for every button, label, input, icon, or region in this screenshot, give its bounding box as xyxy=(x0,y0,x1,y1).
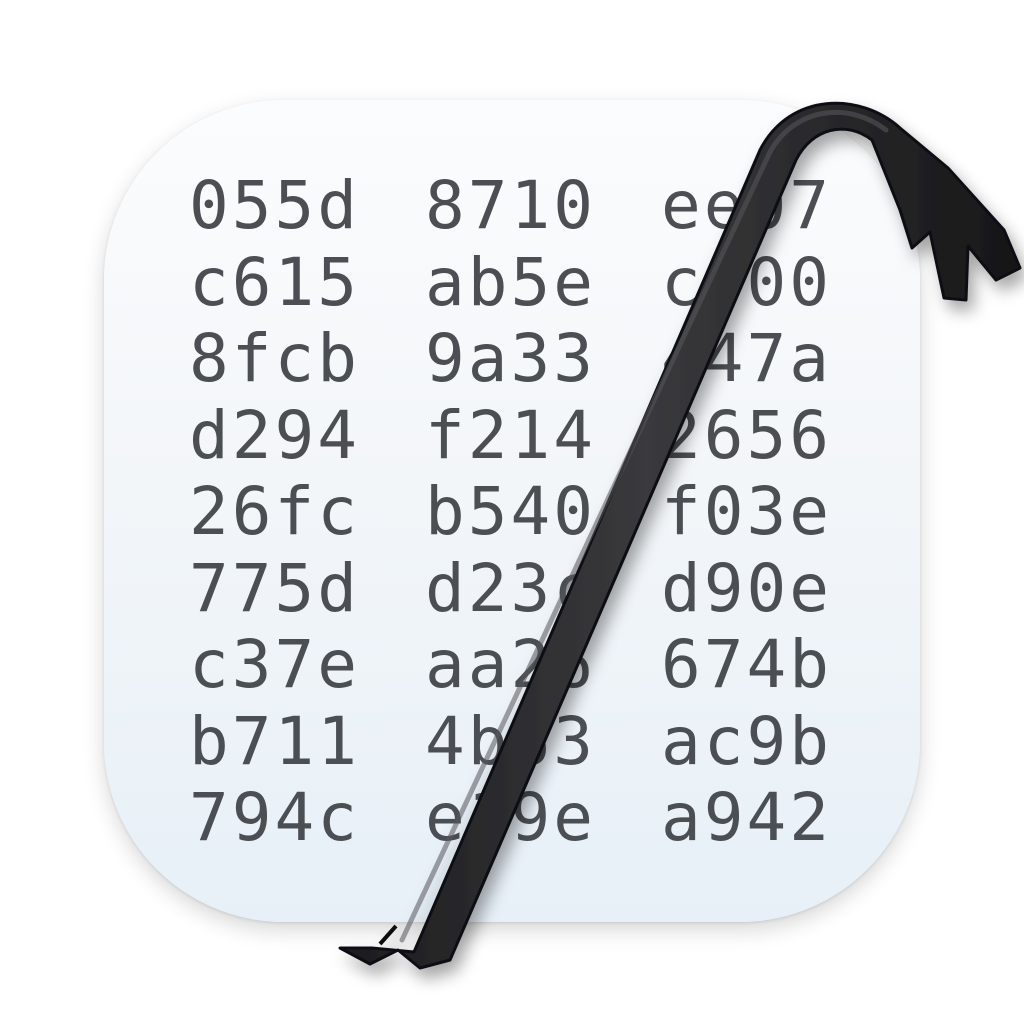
app-icon: 055d 8710 ee07 c615 ab5e c900 8fcb 9a33 447a d294… xyxy=(0,0,1024,1024)
hex-cell: 4b63 xyxy=(425,702,596,780)
hex-cell: c900 xyxy=(661,243,832,321)
hex-cell: a942 xyxy=(661,779,832,856)
hex-cell: f214 xyxy=(425,396,596,474)
hex-cell: c37e xyxy=(189,626,360,703)
hex-cell: 055d xyxy=(189,167,360,244)
hex-cell: ab5e xyxy=(425,243,596,321)
hex-cell: b540 xyxy=(425,473,596,550)
icon-tile: 055d 8710 ee07 c615 ab5e c900 8fcb 9a33 447a d294… xyxy=(104,100,920,922)
hex-grid: 055d 8710 ee07 c615 ab5e c900 8fcb 9a33 447a d294… xyxy=(189,167,861,857)
hex-cell: c615 xyxy=(189,243,360,321)
hex-cell: 9a33 xyxy=(425,320,596,397)
hex-cell: ac9b xyxy=(661,702,832,780)
hex-cell: d23c xyxy=(425,549,596,627)
hex-cell: 8fcb xyxy=(189,320,360,397)
hex-cell: 26fc xyxy=(189,473,360,550)
hex-cell: ee07 xyxy=(661,167,832,244)
hex-cell: 775d xyxy=(189,549,360,627)
hex-cell: 447a xyxy=(661,320,832,397)
hex-cell: 794c xyxy=(189,779,360,856)
hex-cell: d90e xyxy=(661,549,832,627)
hex-cell: 8710 xyxy=(425,167,596,244)
hex-cell: d294 xyxy=(189,396,360,474)
hex-cell: b711 xyxy=(189,702,360,780)
hex-cell: e19e xyxy=(425,779,596,856)
hex-cell: 674b xyxy=(661,626,832,703)
hex-cell: f03e xyxy=(661,473,832,550)
hex-cell: 2656 xyxy=(661,396,832,474)
hex-cell: aa26 xyxy=(425,626,596,703)
